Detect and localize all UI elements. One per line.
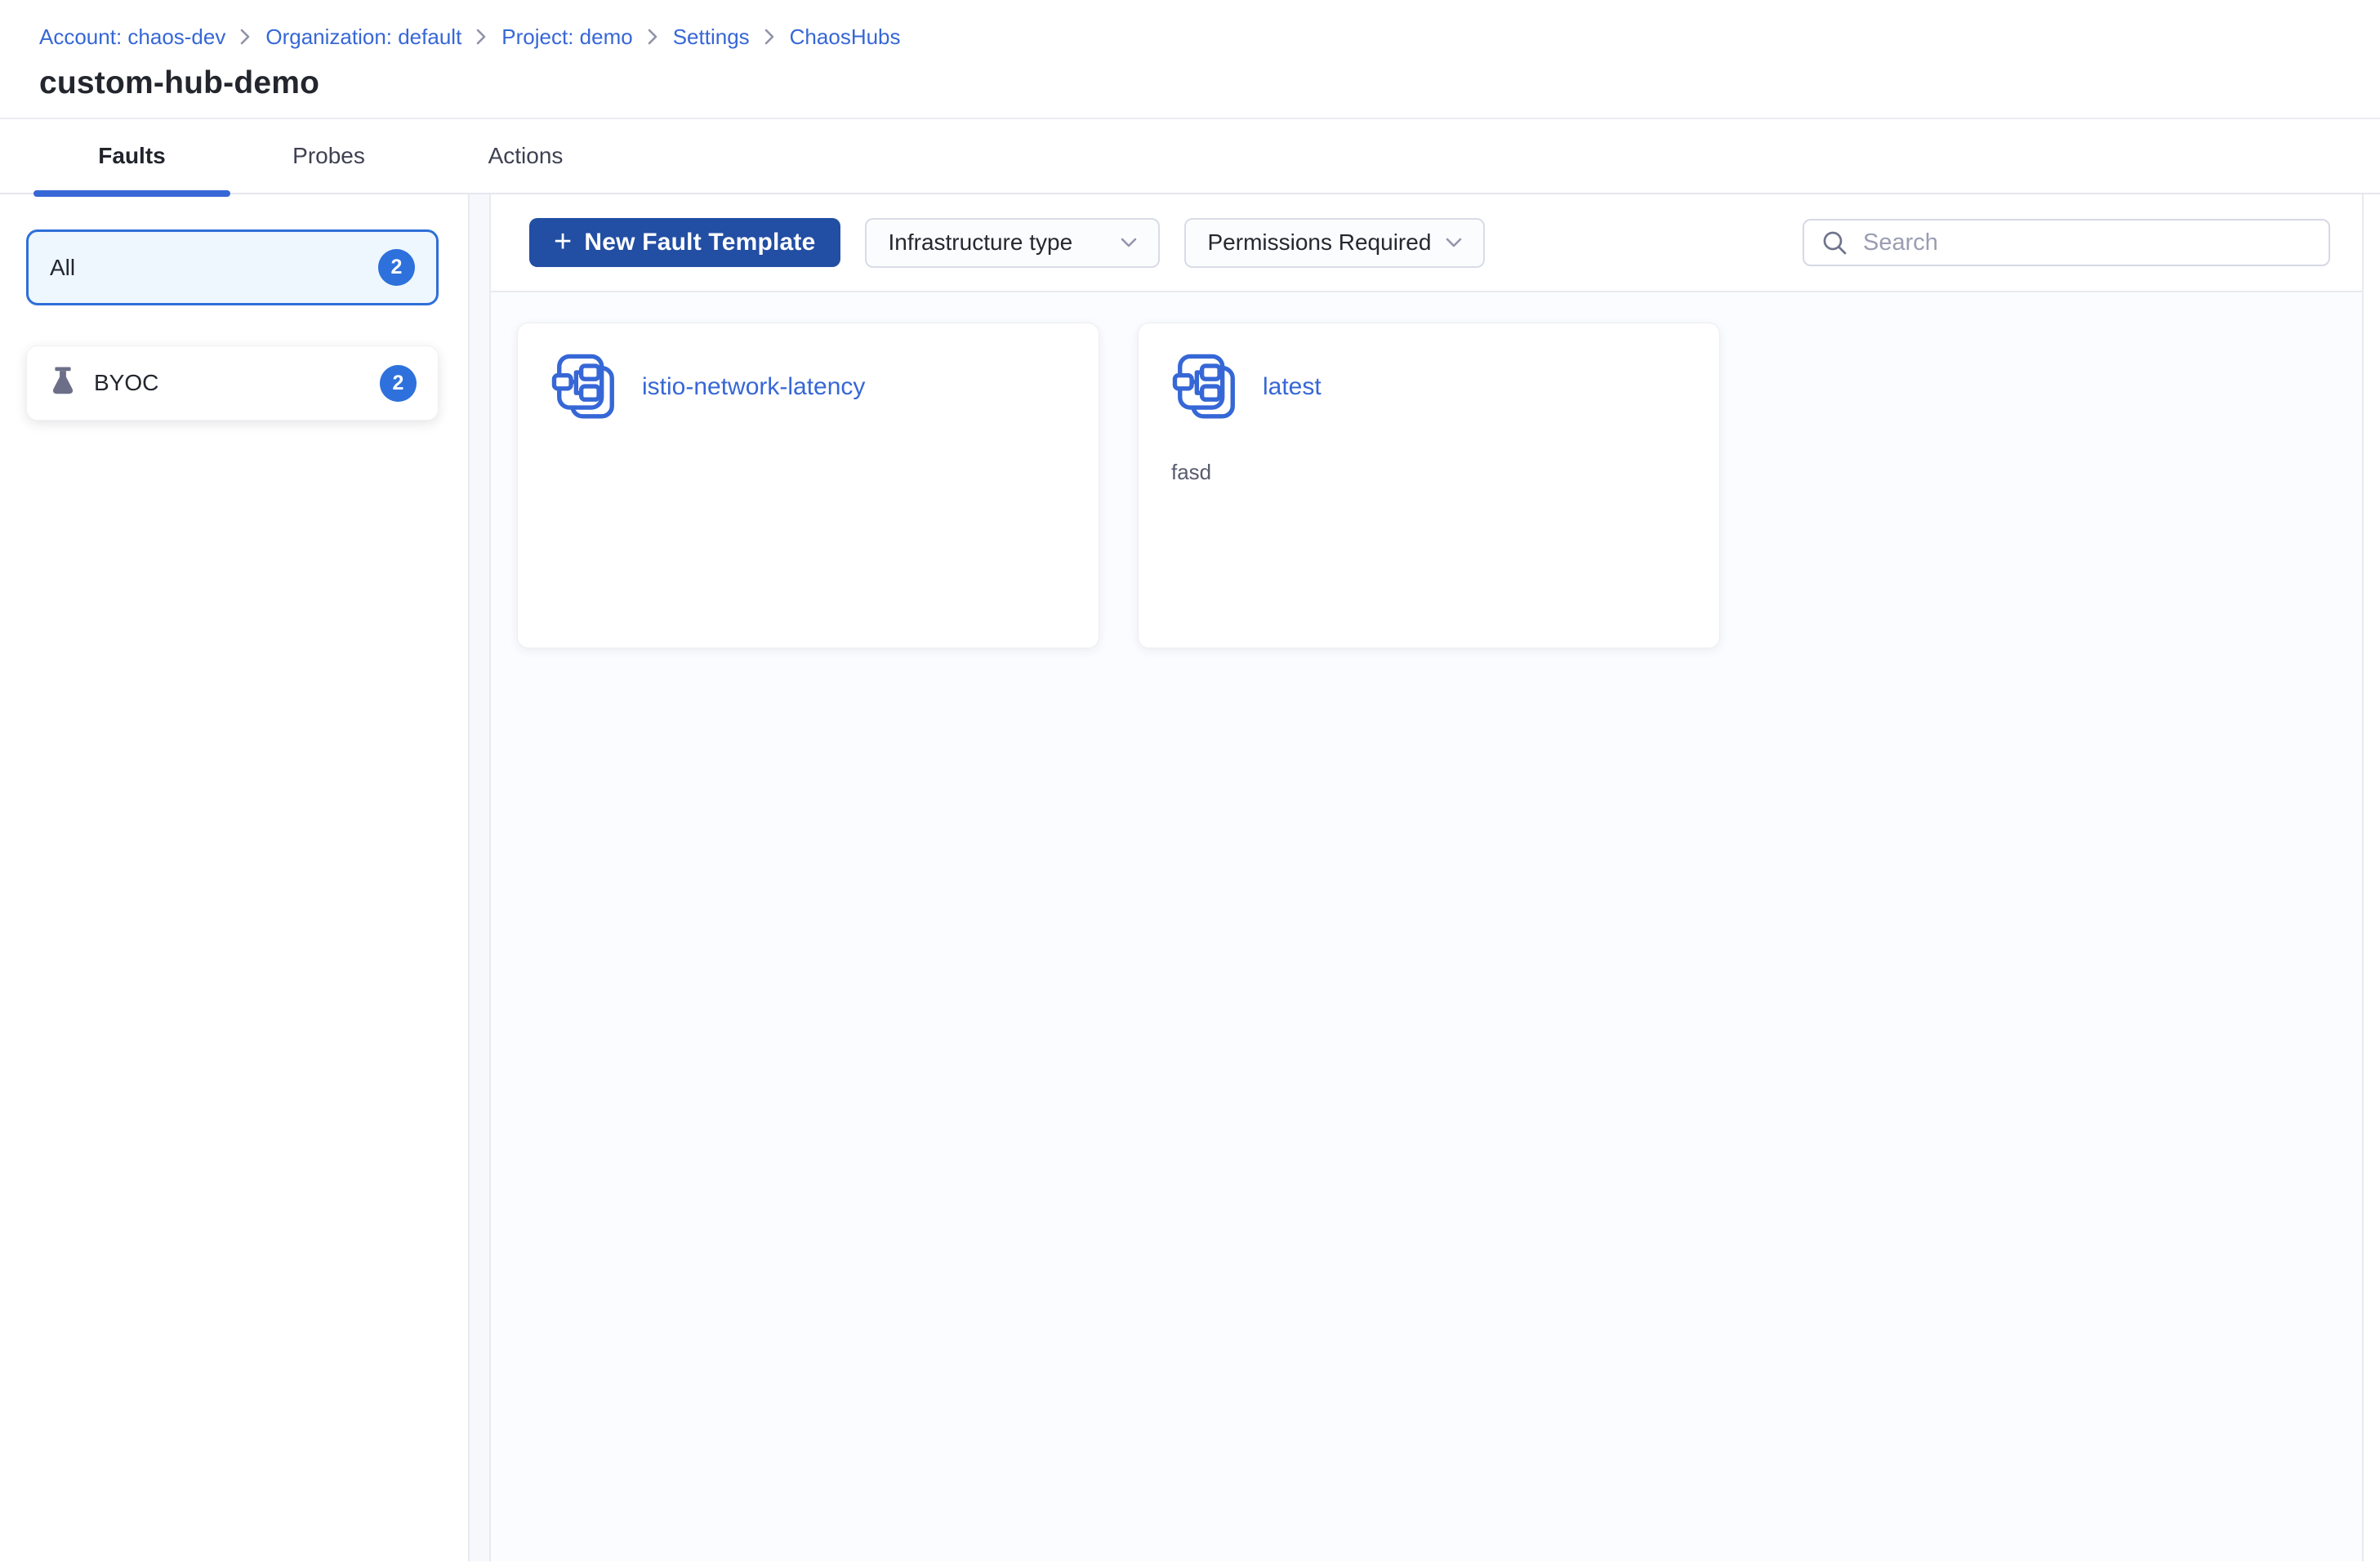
new-fault-template-label: New Fault Template (584, 229, 816, 256)
fault-template-description: fasd (1171, 460, 1212, 484)
breadcrumb-link-chaoshubs[interactable]: ChaosHubs (790, 23, 901, 51)
fault-template-card-istio-network-latency[interactable]: istio-network-latency (517, 323, 1099, 648)
faults-toolbar: + New Fault Template Infrastructure type… (491, 194, 2362, 292)
filter-all[interactable]: All 2 (26, 229, 439, 305)
chevron-right-icon (239, 27, 252, 47)
count-badge: 2 (380, 364, 417, 402)
search-input[interactable] (1861, 228, 2312, 257)
breadcrumb-link-settings[interactable]: Settings (673, 23, 750, 51)
sidebar-divider (468, 194, 491, 1561)
search-icon (1821, 229, 1848, 256)
fault-templates-grid: istio-network-latency latest fasd (491, 292, 2362, 1561)
permissions-required-select[interactable]: Permissions Required (1183, 217, 1485, 268)
permissions-required-label: Permissions Required (1207, 229, 1432, 255)
count-badge: 2 (378, 249, 415, 286)
tab-bar: Faults Probes Actions (0, 119, 2380, 197)
filter-all-label: All (50, 254, 76, 280)
tab-faults-label: Faults (98, 143, 166, 168)
breadcrumb: Account: chaos-dev Organization: default… (39, 23, 2341, 51)
fault-template-icon (1171, 352, 1241, 422)
faults-tab-panel: All 2 BYOC 2 + New Fault Template Infras… (0, 194, 2380, 1561)
tab-actions-label: Actions (488, 143, 564, 168)
plus-icon: + (554, 224, 573, 259)
fault-template-icon (550, 352, 621, 422)
infrastructure-type-label: Infrastructure type (888, 229, 1073, 255)
breadcrumb-link-account[interactable]: Account: chaos-dev (39, 23, 225, 51)
active-tab-indicator (33, 190, 230, 197)
chevron-right-icon (475, 27, 488, 47)
fault-template-link[interactable]: istio-network-latency (642, 373, 865, 401)
card-header: istio-network-latency (550, 352, 1066, 422)
fault-category-sidebar: All 2 BYOC 2 (0, 194, 468, 1561)
filter-byoc-label: BYOC (94, 370, 159, 395)
infrastructure-type-select[interactable]: Infrastructure type (864, 217, 1160, 268)
tab-probes-label: Probes (292, 143, 365, 168)
tab-faults[interactable]: Faults (33, 119, 230, 197)
page-title: custom-hub-demo (39, 65, 320, 100)
flask-icon (48, 366, 78, 400)
faults-panel: + New Fault Template Infrastructure type… (491, 194, 2364, 1561)
card-header: latest (1171, 352, 1687, 422)
tab-probes[interactable]: Probes (230, 119, 427, 193)
fault-template-card-latest[interactable]: latest fasd (1138, 323, 1720, 648)
chevron-down-icon (1444, 237, 1464, 249)
breadcrumb-link-project[interactable]: Project: demo (501, 23, 632, 51)
tab-actions[interactable]: Actions (427, 119, 624, 193)
breadcrumb-link-organization[interactable]: Organization: default (265, 23, 461, 51)
chevron-down-icon (1119, 237, 1139, 249)
new-fault-template-button[interactable]: + New Fault Template (529, 218, 840, 267)
chevron-right-icon (764, 27, 776, 47)
fault-template-description (550, 460, 1066, 486)
filter-byoc[interactable]: BYOC 2 (26, 345, 439, 421)
search-box (1803, 219, 2330, 266)
chevron-right-icon (647, 27, 659, 47)
fault-template-link[interactable]: latest (1263, 373, 1321, 401)
page-header: Account: chaos-dev Organization: default… (0, 0, 2380, 119)
